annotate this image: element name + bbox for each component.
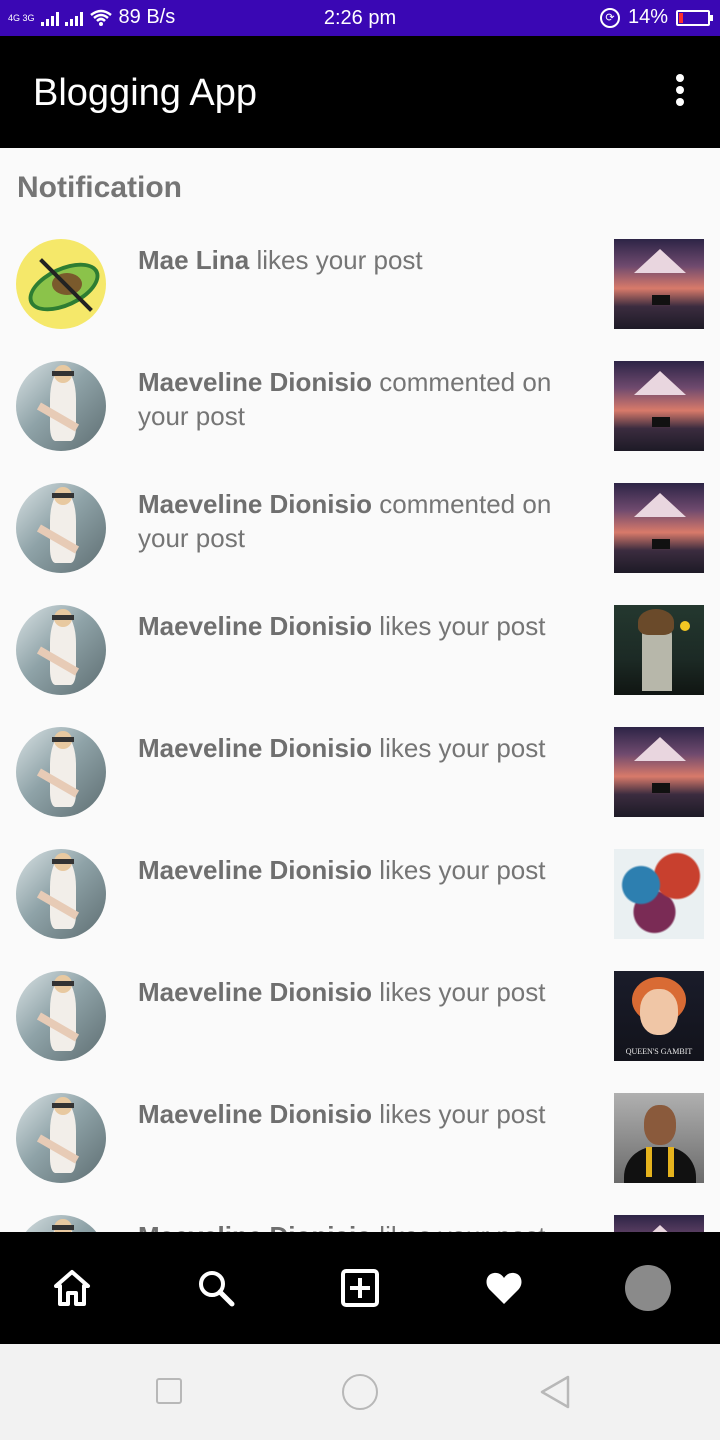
battery-fill [679,12,683,23]
notification-action: likes your post [372,977,546,1007]
notification-text: Maeveline Dionisio commented on your pos… [138,487,588,555]
notification-text: Maeveline Dionisio likes your post [138,975,588,1009]
battery-percent: 14% [627,6,668,28]
notification-item[interactable]: Maeveline Dionisio commented on your pos… [0,483,720,605]
notification-item[interactable]: Maeveline Dionisio likes your post QUEEN'… [0,971,720,1093]
user-avatar[interactable] [16,239,106,329]
post-thumbnail[interactable] [614,483,704,573]
user-avatar[interactable] [16,1093,106,1183]
notification-text: Maeveline Dionisio likes your post [138,853,588,887]
notification-item[interactable]: Maeveline Dionisio likes your post [0,1093,720,1215]
notification-action: likes your post [372,611,546,641]
notification-text: Maeveline Dionisio likes your post [138,1097,588,1131]
home-icon[interactable] [52,1268,92,1308]
notification-item[interactable]: Maeveline Dionisio likes your post [0,1215,720,1232]
thumbnail-caption: QUEEN'S GAMBIT [625,1047,693,1056]
status-right: ⟳ 14% [599,6,713,29]
recents-square-icon[interactable] [156,1378,182,1404]
notification-text: Maeveline Dionisio likes your post [138,609,588,643]
status-bar: 4G 3G 89 B/s 2:26 pm ⟳ 14% [0,0,720,36]
notification-text: Maeveline Dionisio likes your post [138,731,588,765]
post-thumbnail[interactable] [614,1215,704,1232]
back-triangle-icon[interactable] [538,1374,572,1410]
heart-icon[interactable] [484,1268,524,1308]
bottom-nav [0,1232,720,1344]
profile-avatar[interactable] [625,1265,671,1311]
post-thumbnail[interactable] [614,727,704,817]
add-box-icon[interactable] [340,1268,380,1308]
notification-username[interactable]: Maeveline Dionisio [138,855,372,885]
post-thumbnail[interactable] [614,361,704,451]
post-thumbnail[interactable]: QUEEN'S GAMBIT [614,971,704,1061]
notification-username[interactable]: Maeveline Dionisio [138,611,372,641]
notification-list[interactable]: Notification Mae Lina likes your post Mae… [0,148,720,1232]
notification-item[interactable]: Maeveline Dionisio commented on your pos… [0,361,720,483]
notification-action: likes your post [372,1221,545,1232]
notification-username[interactable]: Maeveline Dionisio [138,489,372,519]
post-thumbnail[interactable] [614,239,704,329]
section-title: Notification [17,171,182,204]
notification-item[interactable]: Maeveline Dionisio likes your post [0,849,720,971]
notification-action: likes your post [372,855,546,885]
notification-text: Maeveline Dionisio commented on your pos… [138,365,588,433]
notification-text: Mae Lina likes your post [138,243,588,277]
system-nav-bar [0,1344,720,1440]
rotation-lock-icon: ⟳ [599,7,620,28]
user-avatar[interactable] [16,849,106,939]
notification-username[interactable]: Mae Lina [138,245,249,275]
user-avatar[interactable] [16,483,106,573]
user-avatar[interactable] [16,605,106,695]
user-avatar[interactable] [16,361,106,451]
notification-username[interactable]: Maeveline Dionisio [138,1221,372,1232]
post-thumbnail[interactable] [614,605,704,695]
post-thumbnail[interactable] [614,849,704,939]
user-avatar[interactable] [16,727,106,817]
notification-username[interactable]: Maeveline Dionisio [138,733,372,763]
notification-action: likes your post [249,245,423,275]
notification-username[interactable]: Maeveline Dionisio [138,367,372,397]
notification-username[interactable]: Maeveline Dionisio [138,1099,372,1129]
app-title: Blogging App [33,72,257,114]
battery-icon [676,9,713,26]
notification-action: likes your post [372,733,546,763]
search-icon[interactable] [196,1268,236,1308]
post-thumbnail[interactable] [614,1093,704,1183]
notification-item[interactable]: Maeveline Dionisio likes your post [0,605,720,727]
app-bar: Blogging App [0,36,720,148]
notification-action: likes your post [372,1099,546,1129]
notification-item[interactable]: Mae Lina likes your post [0,239,720,361]
home-circle-icon[interactable] [342,1374,378,1410]
notification-username[interactable]: Maeveline Dionisio [138,977,372,1007]
notification-item[interactable]: Maeveline Dionisio likes your post [0,727,720,849]
more-vert-icon[interactable] [672,74,688,112]
notification-text: Maeveline Dionisio likes your post [138,1219,588,1232]
user-avatar[interactable] [16,971,106,1061]
user-avatar[interactable] [16,1215,106,1232]
